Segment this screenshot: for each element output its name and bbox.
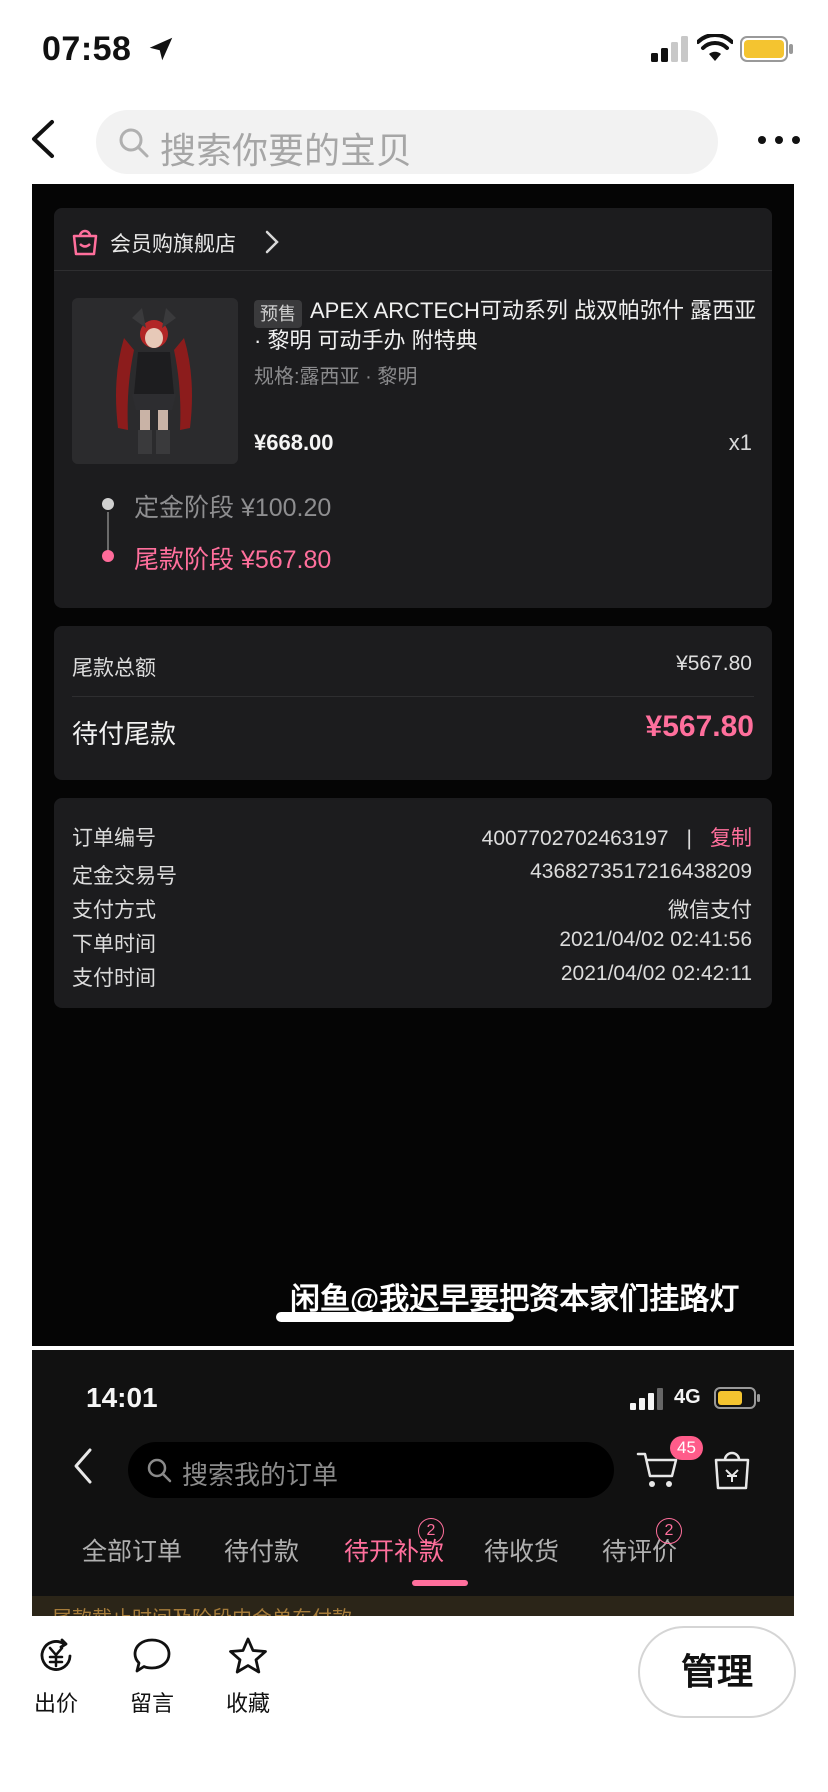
- order-number-label: 订单编号: [72, 827, 156, 850]
- balance-due-label: 待付尾款: [72, 719, 177, 749]
- search-header: 搜索你要的宝贝: [0, 96, 828, 186]
- balance-total-value: ¥567.80: [676, 652, 752, 675]
- tab-badge: 2: [656, 1518, 682, 1544]
- product-title[interactable]: APEX ARCTECH可动系列 战双帕弥什 露西亚 · 黎明 可动手办 附特典: [254, 296, 764, 356]
- deposit-number: 4368273517216438209: [530, 860, 752, 883]
- order-time-label: 下单时间: [72, 933, 156, 956]
- copy-button[interactable]: 复制: [710, 827, 752, 850]
- separator: |: [686, 827, 692, 850]
- order-number: 4007702702463197: [481, 827, 669, 850]
- search-icon: [147, 1458, 172, 1483]
- status-time: 07:58: [42, 30, 132, 68]
- tab-badge: 2: [418, 1518, 444, 1544]
- balance-due-value: ¥567.80: [645, 710, 754, 743]
- order-time: 2021/04/02 02:41:56: [559, 928, 752, 951]
- comment-label: 留言: [129, 1691, 174, 1716]
- shopping-bag-icon[interactable]: [712, 1446, 752, 1490]
- active-tab-indicator: [412, 1580, 468, 1586]
- stage-balance: 尾款阶段 ¥567.80: [134, 546, 332, 574]
- product-spec: 规格:露西亚 · 黎明: [254, 366, 418, 388]
- tab-pending-receipt[interactable]: 待收货: [484, 1532, 559, 1568]
- pay-time: 2021/04/02 02:42:11: [560, 962, 752, 985]
- pay-time-label: 支付时间: [72, 967, 156, 990]
- search-input[interactable]: 搜索你要的宝贝: [96, 110, 718, 174]
- product-image[interactable]: [72, 298, 238, 464]
- divider: [72, 696, 754, 697]
- status-bar: 07:58: [0, 0, 828, 96]
- tab-pending-payment[interactable]: 待付款: [224, 1532, 299, 1568]
- deposit-number-label: 定金交易号: [72, 865, 177, 888]
- battery-icon: [740, 36, 793, 62]
- search-placeholder: 搜索我的订单: [182, 1460, 339, 1490]
- battery-icon: [714, 1387, 760, 1409]
- pay-time-row: 支付时间 2021/04/02 02:42:11: [72, 962, 752, 992]
- order-number-row: 订单编号 4007702702463197 | 复制: [72, 822, 752, 852]
- yuan-icon: [40, 1638, 72, 1671]
- pay-method: 微信支付: [668, 899, 752, 922]
- notice-banner: 尾款截止时间及阶段内会单东付款: [32, 1596, 794, 1616]
- favorite-label: 收藏: [225, 1691, 270, 1716]
- balance-total-label: 尾款总额: [72, 657, 156, 680]
- order-number-value-group: 4007702702463197 | 复制: [482, 822, 752, 852]
- chevron-right-icon: [265, 230, 279, 254]
- stage-dot-balance: [102, 550, 114, 562]
- favorite-button[interactable]: 收藏: [218, 1636, 278, 1726]
- network-type: 4G: [674, 1386, 701, 1408]
- pay-method-row: 支付方式 微信支付: [72, 894, 752, 924]
- order-search-input[interactable]: 搜索我的订单: [128, 1442, 614, 1498]
- product-card: 会员购旗舰店 预售 APEX ARCTECH可动系列 战双帕弥什 露西亚 · 黎…: [54, 208, 772, 608]
- order-tabs: 全部订单 待付款 待开补款 2 待收货 待评价 2: [32, 1518, 794, 1582]
- bottom-action-bar: 出价 留言 收藏 管理: [0, 1616, 828, 1792]
- search-placeholder: 搜索你要的宝贝: [160, 130, 413, 171]
- store-bag-icon: [72, 229, 98, 256]
- more-icon[interactable]: [756, 130, 802, 150]
- search-icon: [119, 128, 149, 158]
- stage-connector: [107, 512, 109, 554]
- deposit-number-row: 定金交易号 4368273517216438209: [72, 860, 752, 890]
- wifi-icon: [697, 34, 733, 61]
- payment-summary-card: 尾款总额 ¥567.80 待付尾款 ¥567.80: [54, 626, 772, 780]
- stage-dot-deposit: [102, 498, 114, 510]
- pay-method-label: 支付方式: [72, 899, 156, 922]
- figure-illustration: [72, 298, 238, 464]
- status-time: 14:01: [86, 1382, 158, 1413]
- stage-deposit: 定金阶段 ¥100.20: [134, 494, 332, 522]
- order-detail-screenshot: 会员购旗舰店 预售 APEX ARCTECH可动系列 战双帕弥什 露西亚 · 黎…: [32, 184, 794, 1346]
- star-icon: [229, 1637, 267, 1674]
- order-list-screenshot: 14:01 4G 搜索我的订单 45 全部订单 待付款 待开补款 2 待收货 待…: [32, 1350, 794, 1616]
- comment-button[interactable]: 留言: [122, 1636, 182, 1726]
- back-icon[interactable]: [22, 114, 66, 164]
- comment-icon: [133, 1638, 171, 1673]
- cart-badge: 45: [670, 1436, 703, 1460]
- product-price: ¥668.00: [254, 430, 334, 455]
- back-icon[interactable]: [68, 1446, 98, 1486]
- signal-icon: [630, 1388, 663, 1410]
- bid-label: 出价: [33, 1691, 78, 1716]
- manage-button[interactable]: 管理: [638, 1626, 796, 1718]
- bid-button[interactable]: 出价: [26, 1636, 86, 1726]
- product-quantity: x1: [728, 430, 752, 455]
- divider: [54, 270, 772, 271]
- signal-icon: [651, 36, 688, 62]
- order-info-card: 订单编号 4007702702463197 | 复制 定金交易号 436827351…: [54, 798, 772, 1008]
- store-name[interactable]: 会员购旗舰店: [110, 228, 236, 258]
- order-time-row: 下单时间 2021/04/02 02:41:56: [72, 928, 752, 958]
- location-arrow-icon: [149, 37, 173, 61]
- home-indicator: [276, 1312, 514, 1322]
- tab-all-orders[interactable]: 全部订单: [82, 1532, 182, 1568]
- notice-text: 尾款截止时间及阶段内会单东付款: [52, 1602, 352, 1616]
